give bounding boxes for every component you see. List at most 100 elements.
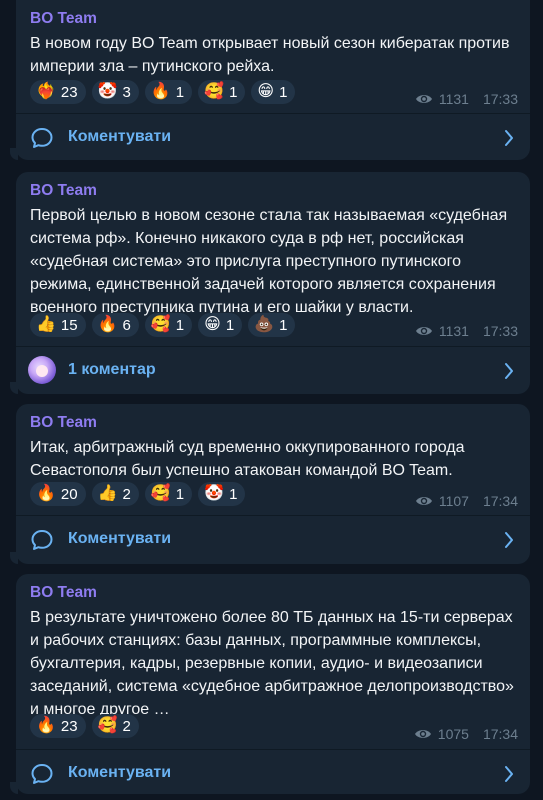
bubble-tail (10, 382, 18, 394)
comment-bubble-icon (30, 528, 54, 552)
post-text: Итак, арбитражный суд временно оккупиров… (30, 439, 465, 479)
reaction-chip[interactable]: 😁 1 (198, 313, 243, 337)
reaction-chip[interactable]: 🔥 1 (144, 80, 193, 104)
heart-on-fire-icon: ❤️‍🔥 (36, 83, 56, 100)
reaction-chip[interactable]: 🤡 1 (198, 482, 246, 506)
fire-icon: 🔥 (36, 717, 56, 734)
comment-label: Коментувати (68, 764, 172, 781)
chevron-right-icon (504, 129, 514, 147)
reaction-count: 23 (60, 717, 78, 735)
reactions: 👍 15 🔥 6 🥰 1 😁 1 💩 1 (30, 313, 296, 337)
post-time: 17:34 (482, 493, 518, 509)
channel-name[interactable]: BO Team (30, 414, 97, 432)
smiling-hearts-icon: 🥰 (204, 83, 225, 100)
reaction-chip[interactable]: 🥰 1 (144, 482, 193, 506)
reaction-chip[interactable]: 👍 2 (91, 482, 139, 506)
reaction-chip[interactable]: ❤️‍🔥 23 (30, 80, 86, 104)
reaction-count: 1 (279, 83, 288, 101)
poo-icon: 💩 (254, 316, 275, 333)
channel-name[interactable]: BO Team (30, 182, 97, 200)
post-text: Первой целью в новом сезоне стала так на… (30, 207, 508, 316)
comment-label: Коментувати (68, 530, 172, 547)
channel-name[interactable]: BO Team (30, 10, 97, 28)
post-meta: 1107 17:34 (415, 493, 518, 509)
view-count: 1075 (437, 726, 469, 742)
thumbs-up-icon: 👍 (97, 485, 118, 502)
post-meta: 1131 17:33 (415, 323, 518, 339)
bubble-tail (10, 552, 18, 564)
commenter-avatar (28, 356, 56, 384)
clown-icon: 🤡 (97, 83, 118, 100)
comment-bubble-icon (30, 762, 54, 786)
reaction-count: 1 (225, 316, 235, 334)
reactions: 🔥 23 🥰 2 (30, 714, 139, 738)
reaction-count: 1 (175, 485, 185, 503)
bubble-tail (10, 782, 18, 794)
post-meta: 1075 17:34 (414, 726, 518, 742)
reaction-chip[interactable]: 🥰 1 (198, 80, 246, 104)
post-time: 17:34 (482, 726, 518, 742)
reaction-chip[interactable]: 💩 1 (248, 313, 296, 337)
reaction-count: 3 (122, 83, 131, 101)
reaction-chip[interactable]: 👍 15 (30, 313, 86, 337)
view-count: 1131 (438, 323, 469, 339)
post-time: 17:33 (482, 91, 518, 107)
comment-bubble-icon (30, 126, 54, 150)
reaction-chip[interactable]: 🤡 3 (91, 80, 139, 104)
reactions: ❤️‍🔥 23 🤡 3 🔥 1 🥰 1 😁 1 (30, 80, 296, 104)
reaction-count: 1 (175, 83, 185, 101)
chevron-right-icon (504, 362, 514, 380)
smiling-hearts-icon: 🥰 (150, 485, 171, 502)
channel-post: BO Team Первой целью в новом сезоне стал… (16, 172, 530, 394)
comment-label: Коментувати (68, 128, 172, 145)
avatar-face (36, 365, 48, 377)
channel-post: BO Team В новом году BO Team открывает н… (16, 0, 530, 160)
comment-button[interactable]: Коментувати (16, 749, 530, 794)
post-text: В результате уничтожено более 80 ТБ данн… (30, 609, 514, 718)
comments-link[interactable]: 1 коментар (16, 346, 530, 394)
grin-icon: 😁 (257, 83, 275, 100)
grin-icon: 😁 (204, 316, 221, 333)
reaction-count: 2 (122, 717, 131, 735)
reaction-chip[interactable]: 🔥 23 (30, 714, 86, 738)
eye-icon (415, 495, 433, 507)
reaction-count: 1 (229, 485, 238, 503)
reactions: 🔥 20 👍 2 🥰 1 🤡 1 (30, 482, 246, 506)
channel-name[interactable]: BO Team (30, 584, 97, 602)
reaction-count: 2 (122, 485, 131, 503)
reaction-count: 1 (175, 316, 185, 334)
fire-icon: 🔥 (97, 316, 118, 333)
reaction-chip[interactable]: 🔥 20 (30, 482, 86, 506)
smiling-hearts-icon: 🥰 (150, 316, 171, 333)
reaction-count: 6 (122, 316, 131, 334)
clown-icon: 🤡 (204, 485, 225, 502)
bubble-tail (10, 148, 18, 160)
eye-icon (414, 728, 432, 740)
reaction-chip[interactable]: 🔥 6 (91, 313, 139, 337)
eye-icon (415, 325, 433, 337)
post-time: 17:33 (482, 323, 518, 339)
chevron-right-icon (504, 765, 514, 783)
view-count: 1131 (438, 91, 469, 107)
comment-button[interactable]: Коментувати (16, 515, 530, 564)
reaction-count: 20 (60, 485, 78, 503)
chevron-right-icon (504, 531, 514, 549)
reaction-chip[interactable]: 🥰 1 (144, 313, 193, 337)
reaction-count: 23 (60, 83, 78, 101)
channel-post: BO Team Итак, арбитражный суд временно о… (16, 404, 530, 564)
smiling-hearts-icon: 🥰 (97, 717, 118, 734)
comment-count-label: 1 коментар (68, 361, 156, 378)
reaction-chip[interactable]: 🥰 2 (91, 714, 139, 738)
fire-icon: 🔥 (36, 485, 56, 502)
post-meta: 1131 17:33 (415, 91, 518, 107)
eye-icon (415, 93, 433, 105)
post-text: В новом году BO Team открывает новый сез… (30, 35, 510, 75)
view-count: 1107 (438, 493, 469, 509)
comment-button[interactable]: Коментувати (16, 113, 530, 160)
reaction-count: 1 (229, 83, 238, 101)
reaction-count: 1 (279, 316, 288, 334)
thumbs-up-icon: 👍 (36, 316, 56, 333)
fire-icon: 🔥 (150, 83, 171, 100)
reaction-chip[interactable]: 😁 1 (251, 80, 296, 104)
channel-post: BO Team В результате уничтожено более 80… (16, 574, 530, 794)
